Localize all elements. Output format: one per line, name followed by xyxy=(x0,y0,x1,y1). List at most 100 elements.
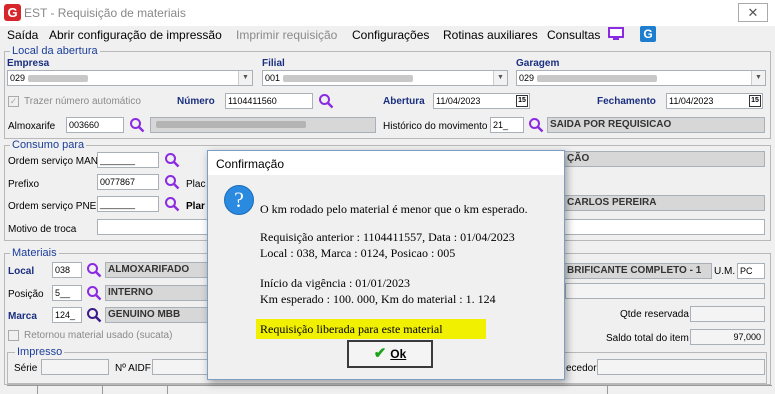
plan-label: Plar xyxy=(186,201,205,212)
prefixo-field[interactable]: 0077867 xyxy=(97,174,159,190)
menu-rotinas-auxiliares[interactable]: Rotinas auxiliares xyxy=(443,28,538,42)
filial-select[interactable]: 001 ▼ xyxy=(262,70,508,86)
saldo-total-label: Saldo total do item xyxy=(606,333,689,344)
saldo-total-field: 97,000 xyxy=(690,329,765,345)
search-icon[interactable] xyxy=(528,117,544,133)
search-icon[interactable] xyxy=(86,262,102,278)
calendar-icon[interactable]: 15 xyxy=(749,95,761,107)
almoxarife-name-field xyxy=(150,117,376,133)
serie-field[interactable] xyxy=(41,359,109,375)
prefixo-label: Prefixo xyxy=(8,179,40,190)
menu-abrir-configuracao-impressao[interactable]: Abrir configuração de impressão xyxy=(49,28,222,42)
posicao-desc-field: INTERNO xyxy=(105,285,211,301)
abertura-label: Abertura xyxy=(383,96,425,107)
marca-desc-field: GENUINO MBB xyxy=(105,307,211,323)
posicao-label: Posição xyxy=(8,289,44,300)
consumo-legend: Consumo para xyxy=(10,139,87,151)
dialog-req-anterior: Requisição anterior : 1104411557, Data :… xyxy=(260,230,515,244)
marca-code-field[interactable]: 124_ xyxy=(52,307,82,323)
posicao-code-field[interactable]: 5__ xyxy=(52,285,82,301)
dialog-liberada: Requisição liberada para este material xyxy=(260,322,443,336)
chevron-down-icon: ▼ xyxy=(493,71,507,85)
dialog-local-line: Local : 038, Marca : 0124, Posicao : 005 xyxy=(260,246,456,260)
empresa-label: Empresa xyxy=(7,58,50,69)
dialog-title: Confirmação xyxy=(216,157,285,171)
item-desc-field: BRIFICANTE COMPLETO - 1 xyxy=(564,263,712,279)
chevron-down-icon: ▼ xyxy=(238,71,252,85)
motivo-troca-field[interactable] xyxy=(97,219,209,235)
aidf-field[interactable] xyxy=(152,359,208,375)
search-icon[interactable] xyxy=(164,196,180,212)
g-icon[interactable]: G xyxy=(640,26,656,42)
os-pne-label: Ordem serviço PNE xyxy=(8,201,97,212)
fornecedor-label: ecedor xyxy=(566,363,597,374)
qtde-reservada-top-field xyxy=(565,283,765,299)
local-desc-field: ALMOXARIFADO xyxy=(105,262,211,278)
consumo-right-field-3[interactable] xyxy=(564,219,765,235)
motivo-troca-label: Motivo de troca xyxy=(8,224,77,235)
historico-code-field[interactable]: 21_ xyxy=(490,117,524,133)
almoxarife-field[interactable]: 003660 xyxy=(66,117,124,133)
dialog-message: O km rodado pelo material é menor que o … xyxy=(260,202,528,216)
historico-desc-field: SAIDA POR REQUISICAO xyxy=(547,117,765,133)
serie-label: Série xyxy=(14,363,38,374)
search-icon[interactable] xyxy=(318,93,334,109)
search-icon[interactable] xyxy=(164,152,180,168)
menu-saida[interactable]: Saída xyxy=(7,28,38,42)
confirmation-dialog: Confirmação ? O km rodado pelo material … xyxy=(207,150,565,380)
items-grid-header xyxy=(7,385,772,394)
search-icon[interactable] xyxy=(86,285,102,301)
qtde-reservada-label: Qtde reservada xyxy=(620,309,689,320)
retornou-material-checkbox[interactable] xyxy=(8,330,19,341)
check-icon: ✔ xyxy=(373,345,387,362)
materiais-legend: Materiais xyxy=(10,247,59,259)
search-icon[interactable] xyxy=(129,117,145,133)
dialog-title-bar: Confirmação xyxy=(208,151,564,175)
consumo-right-desc-1: ÇÃO xyxy=(564,151,765,167)
app-logo-icon: G xyxy=(4,4,21,21)
menu-configuracoes[interactable]: Configurações xyxy=(352,28,429,42)
menu-imprimir-requisicao: Imprimir requisição xyxy=(236,28,338,42)
aidf-label: Nº AIDF xyxy=(115,363,151,374)
trazer-numero-checkbox[interactable]: ✓ xyxy=(8,96,19,107)
search-icon[interactable] xyxy=(86,307,102,323)
abertura-date-field[interactable]: 11/04/2023 15 xyxy=(433,93,530,109)
consumo-right-desc-2: CARLOS PEREIRA xyxy=(564,195,765,211)
numero-field[interactable]: 1104411560 xyxy=(225,93,313,109)
close-button[interactable]: ✕ xyxy=(738,3,768,22)
almoxarife-label: Almoxarife xyxy=(8,121,56,132)
calendar-icon[interactable]: 15 xyxy=(516,95,528,107)
historico-label: Histórico do movimento xyxy=(383,121,488,132)
dialog-inicio-vigencia: Início da vigência : 01/01/2023 xyxy=(260,276,410,290)
marca-label: Marca xyxy=(8,311,37,322)
filial-label: Filial xyxy=(262,58,285,69)
os-man-field[interactable]: _______ xyxy=(97,152,159,168)
qtde-reservada-field xyxy=(690,306,765,322)
local-abertura-legend: Local da abertura xyxy=(10,45,100,57)
local-label: Local xyxy=(8,266,35,277)
local-code-field[interactable]: 038 xyxy=(52,262,82,278)
ok-button[interactable]: ✔ Ok xyxy=(347,340,433,368)
trazer-numero-label: Trazer número automático xyxy=(24,96,141,107)
monitor-icon[interactable] xyxy=(608,27,624,41)
os-man-label: Ordem serviço MAN xyxy=(8,156,99,167)
numero-label: Número xyxy=(177,96,215,107)
chevron-down-icon: ▼ xyxy=(751,71,765,85)
fechamento-label: Fechamento xyxy=(597,96,656,107)
dialog-km-line: Km esperado : 100. 000, Km do material :… xyxy=(260,292,496,306)
impresso-legend: Impresso xyxy=(15,346,65,358)
menu-consultas[interactable]: Consultas xyxy=(547,28,600,42)
fornecedor-field[interactable] xyxy=(597,359,765,375)
placa-label: Plac xyxy=(186,179,206,190)
search-icon[interactable] xyxy=(164,174,180,190)
ok-button-label: Ok xyxy=(390,347,407,361)
garagem-label: Garagem xyxy=(516,58,560,69)
um-field: PC xyxy=(737,263,765,279)
window-title: EST - Requisição de materiais xyxy=(24,6,186,20)
os-pne-field[interactable]: _______ xyxy=(97,196,159,212)
um-label: U.M. xyxy=(714,266,736,277)
garagem-select[interactable]: 029 ▼ xyxy=(516,70,766,86)
fechamento-date-field[interactable]: 11/04/2023 15 xyxy=(666,93,763,109)
question-icon: ? xyxy=(224,185,254,215)
empresa-select[interactable]: 029 ▼ xyxy=(7,70,253,86)
